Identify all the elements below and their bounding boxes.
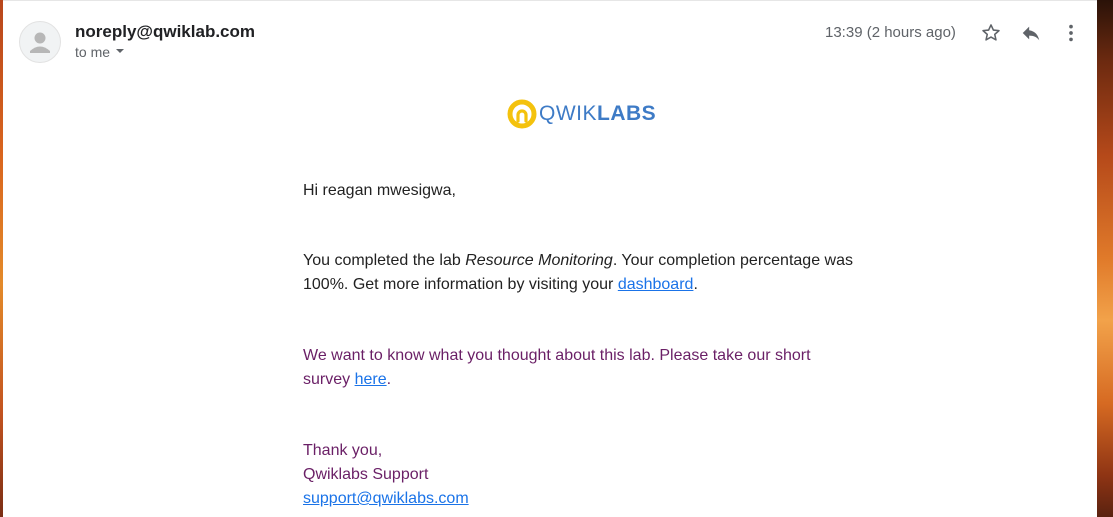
dashboard-link[interactable]: dashboard bbox=[618, 276, 694, 293]
completion-line-1: You completed the lab Resource Monitorin… bbox=[303, 252, 853, 269]
star-icon bbox=[982, 24, 1000, 41]
reply-icon bbox=[1022, 26, 1040, 41]
greeting-text: Hi reagan mwesigwa, bbox=[303, 182, 456, 199]
thank-you-text: Thank you, bbox=[303, 442, 383, 459]
support-email-link[interactable]: support@qwiklabs.com bbox=[303, 490, 469, 507]
support-email-line: support@qwiklabs.com bbox=[303, 487, 863, 511]
caret-down-icon bbox=[116, 49, 125, 54]
survey-line-1: We want to know what you thought about t… bbox=[303, 347, 811, 364]
more-options-button[interactable] bbox=[1060, 22, 1082, 44]
support-team-name: Qwiklabs Support bbox=[303, 466, 429, 483]
recipient-label: to me bbox=[75, 44, 111, 60]
sender-avatar[interactable] bbox=[19, 21, 61, 63]
survey-line-2: survey here. bbox=[303, 371, 392, 388]
completion-paragraph: You completed the lab Resource Monitorin… bbox=[303, 249, 863, 297]
sender-address[interactable]: noreply@qwiklab.com bbox=[75, 22, 255, 42]
top-divider bbox=[3, 0, 1097, 1]
message-timestamp: 13:39 (2 hours ago) bbox=[825, 24, 956, 41]
completion-line-2: 100%. Get more information by visiting y… bbox=[303, 276, 698, 293]
more-vert-icon bbox=[1069, 24, 1073, 42]
desktop-wallpaper-right bbox=[1097, 0, 1113, 517]
qwiklabs-logo-mark-icon bbox=[507, 99, 537, 129]
qwiklabs-logo: QWIKLABS bbox=[507, 98, 657, 130]
email-message-panel: noreply@qwiklab.com to me 13:39 (2 hours… bbox=[3, 0, 1097, 517]
survey-paragraph: We want to know what you thought about t… bbox=[303, 344, 863, 392]
recipient-details-toggle[interactable]: to me bbox=[75, 44, 125, 60]
qwiklabs-wordmark: QWIKLABS bbox=[539, 102, 657, 125]
signoff-block: Thank you, Qwiklabs Support support@qwik… bbox=[303, 439, 863, 511]
lab-name: Resource Monitoring bbox=[465, 252, 613, 269]
reply-button[interactable] bbox=[1020, 22, 1042, 44]
person-icon bbox=[30, 32, 50, 53]
star-button[interactable] bbox=[980, 22, 1002, 44]
survey-link[interactable]: here bbox=[355, 371, 387, 388]
